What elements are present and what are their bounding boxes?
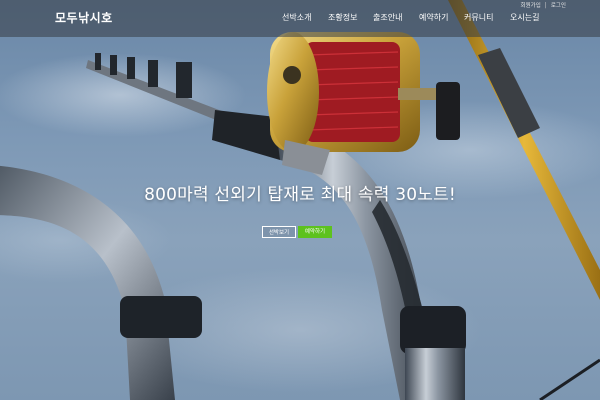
nav-item-departure-guide[interactable]: 출조안내 bbox=[373, 12, 402, 23]
nav-item-community[interactable]: 커뮤니티 bbox=[464, 12, 493, 23]
hero-headline: 800마력 선외기 탑재로 최대 속력 30노트! bbox=[144, 185, 456, 205]
signup-link[interactable]: 회원가입 bbox=[521, 1, 541, 9]
rod-collar bbox=[400, 306, 466, 354]
left-rail-collar bbox=[120, 296, 202, 338]
gold-rod-grip bbox=[478, 48, 540, 138]
fishing-reel bbox=[267, 32, 460, 175]
login-link[interactable]: 로그인 bbox=[551, 1, 566, 9]
view-vessel-button[interactable]: 선박보기 bbox=[262, 226, 296, 238]
book-now-button[interactable]: 예약하기 bbox=[298, 226, 332, 238]
nav-item-reservation[interactable]: 예약하기 bbox=[419, 12, 448, 23]
nav-item-catch-report[interactable]: 조황정보 bbox=[328, 12, 357, 23]
main-nav: 선박소개 조황정보 출조안내 예약하기 커뮤니티 오시는길 bbox=[0, 12, 600, 24]
nav-item-directions[interactable]: 오시는길 bbox=[510, 12, 539, 23]
gold-rod bbox=[448, 0, 600, 300]
utility-separator: | bbox=[544, 1, 547, 9]
utility-links: 회원가입 | 로그인 bbox=[521, 0, 566, 10]
nav-item-vessel[interactable]: 선박소개 bbox=[282, 12, 311, 23]
top-navigation-bar: 모두낚시호 회원가입 | 로그인 선박소개 조황정보 출조안내 예약하기 커뮤니… bbox=[0, 0, 600, 37]
